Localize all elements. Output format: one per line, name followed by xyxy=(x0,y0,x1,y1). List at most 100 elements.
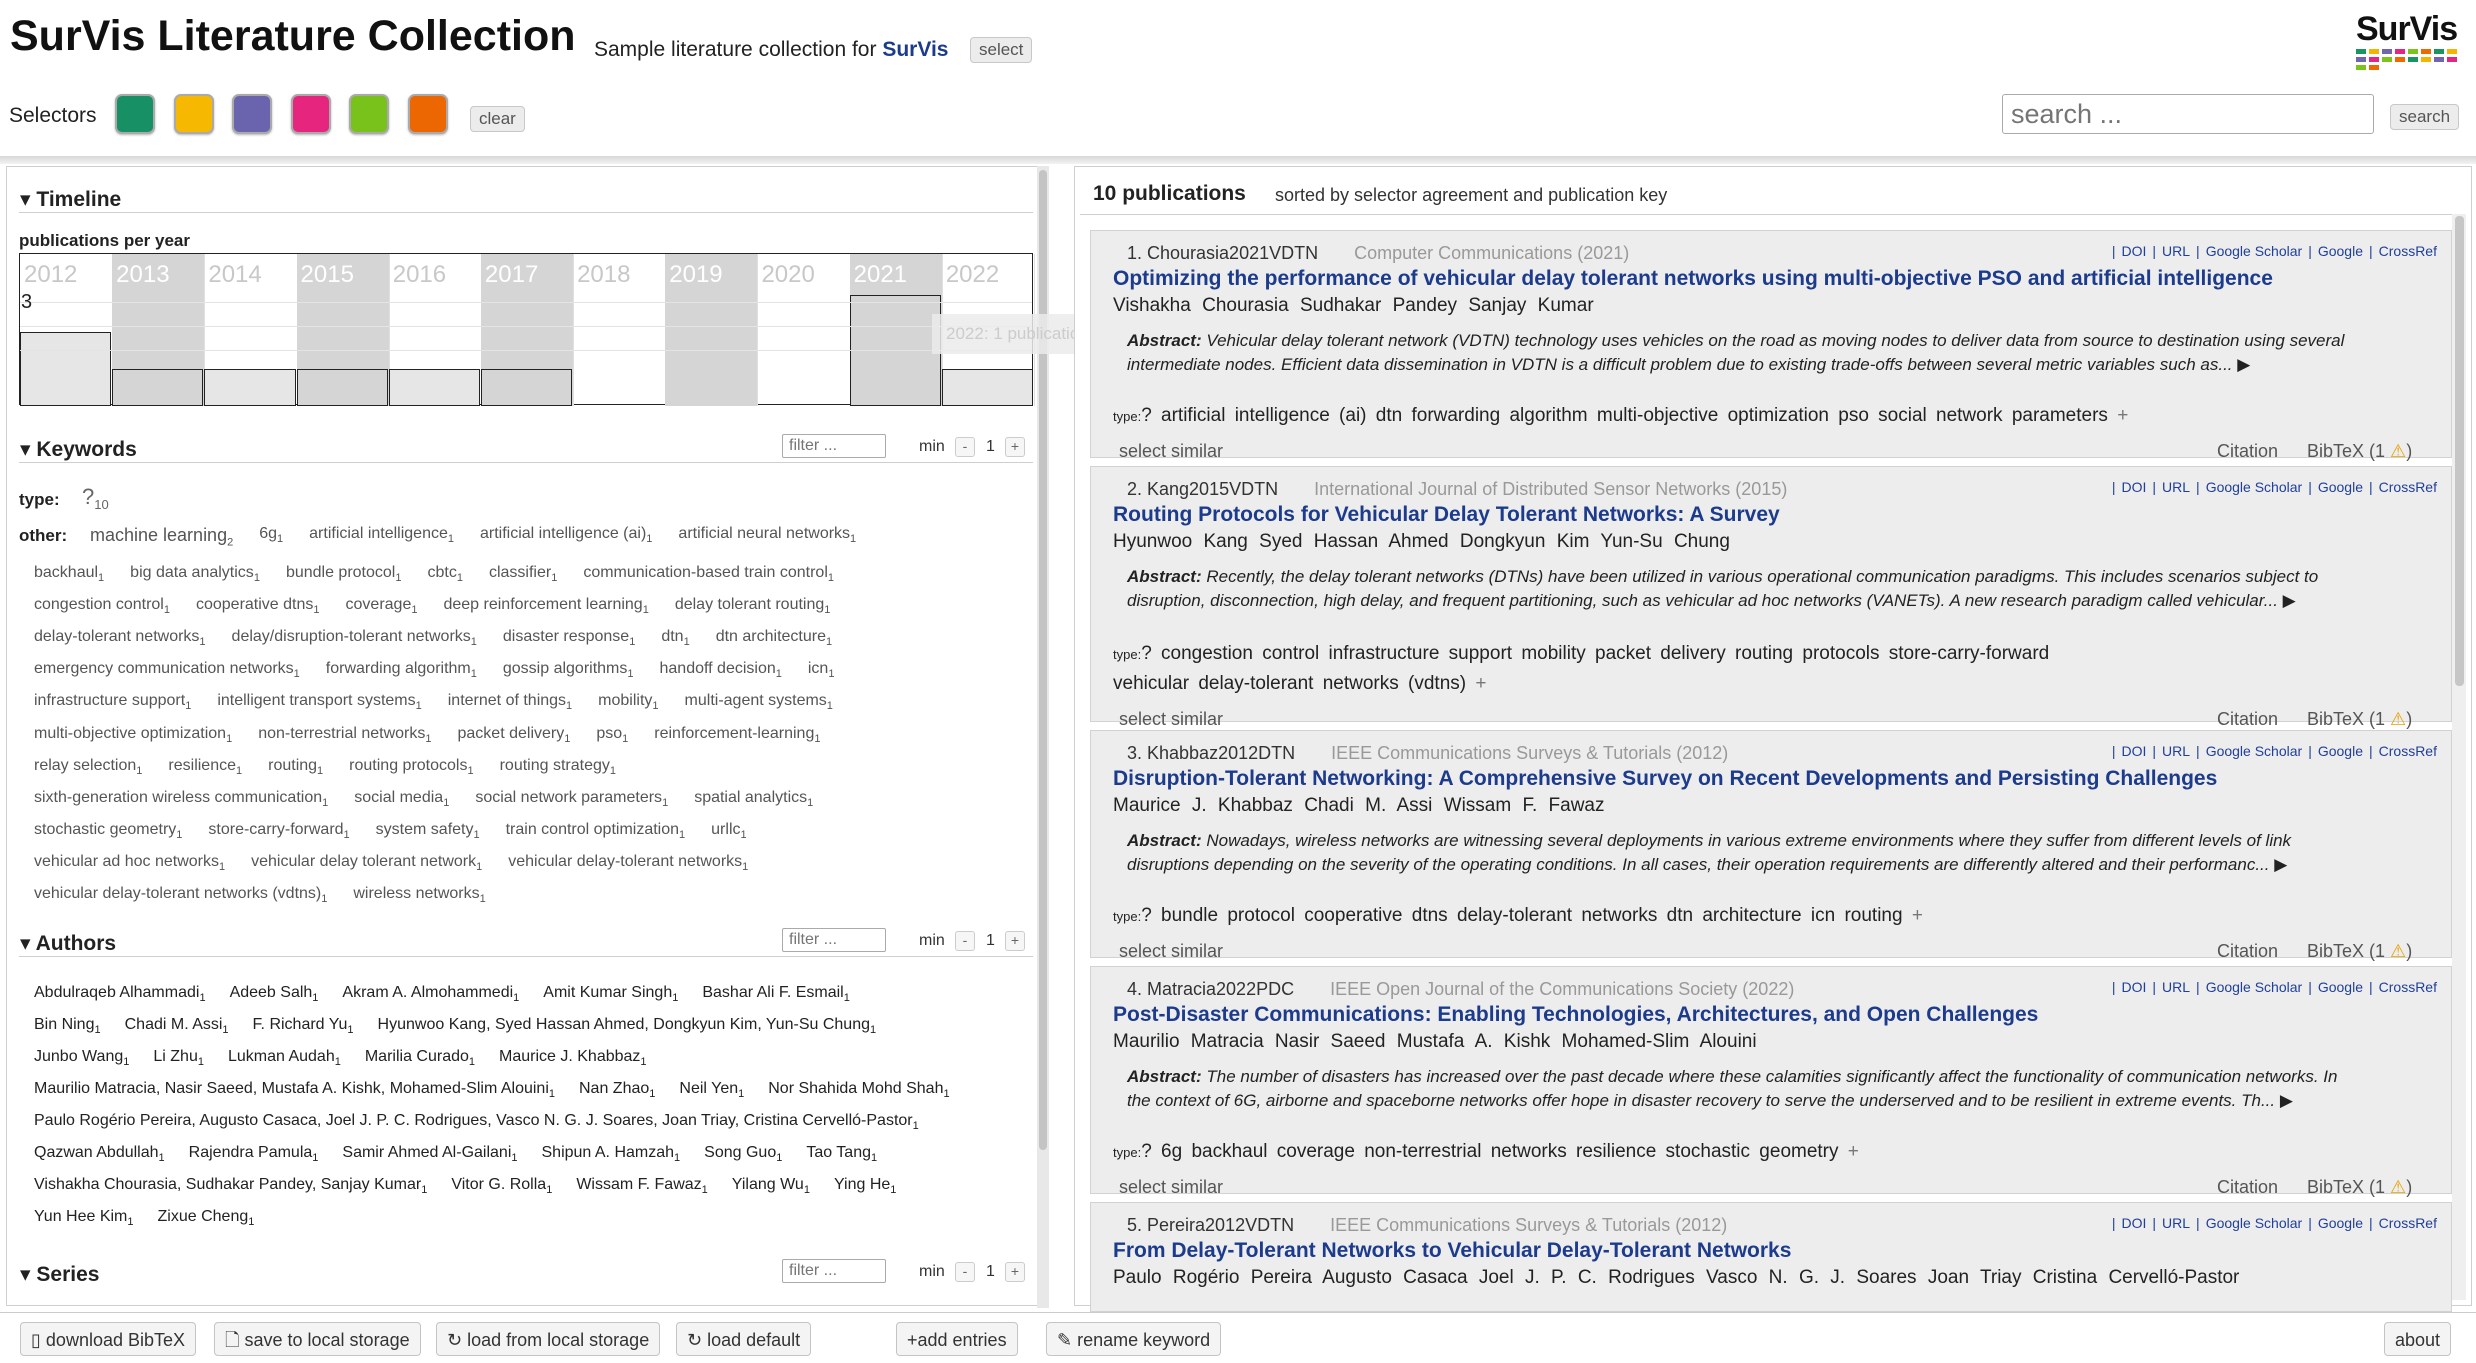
keyword-tag[interactable]: emergency communication networks1 xyxy=(34,660,300,680)
series-filter-input[interactable] xyxy=(782,1259,886,1283)
link-url[interactable]: URL xyxy=(2162,979,2190,995)
keyword-tag[interactable]: routing protocols1 xyxy=(349,757,473,777)
keyword-tag[interactable]: delay tolerant routing1 xyxy=(675,596,831,616)
author-tag[interactable]: Vishakha Chourasia, Sudhakar Pandey, San… xyxy=(34,1176,427,1196)
load-local-button[interactable]: ↻ load from local storage xyxy=(436,1322,661,1356)
subtitle-link[interactable]: SurVis xyxy=(882,38,948,61)
author-tag[interactable]: Hyunwoo Kang, Syed Hassan Ahmed, Dongkyu… xyxy=(378,1016,877,1036)
author-tag[interactable]: Marilia Curado1 xyxy=(365,1048,475,1068)
bibtex-button[interactable]: BibTeX (1 ⚠) xyxy=(2307,1177,2412,1198)
link-crossref[interactable]: CrossRef xyxy=(2379,1215,2437,1231)
keyword-tag[interactable]: reinforcement-learning1 xyxy=(654,725,820,745)
keyword-tag[interactable]: multi-agent systems1 xyxy=(685,692,833,712)
author-tag[interactable]: Wissam F. Fawaz1 xyxy=(576,1176,707,1196)
keyword-tag[interactable]: icn1 xyxy=(808,660,835,680)
select-similar-button[interactable]: select similar xyxy=(1119,1177,1223,1198)
citation-button[interactable]: Citation xyxy=(2217,441,2278,462)
author-tag[interactable]: Chadi M. Assi1 xyxy=(125,1016,229,1036)
author-tag[interactable]: Tao Tang1 xyxy=(806,1144,877,1164)
keyword-tag[interactable]: coverage1 xyxy=(346,596,418,616)
keyword-tag[interactable]: system safety1 xyxy=(376,821,480,841)
link-doi[interactable]: DOI xyxy=(2122,979,2147,995)
timeline-year-2015[interactable]: 2015 xyxy=(296,254,390,406)
link-crossref[interactable]: CrossRef xyxy=(2379,979,2437,995)
keyword-tag[interactable]: classifier1 xyxy=(489,564,557,584)
link-doi[interactable]: DOI xyxy=(2122,243,2147,259)
keyword-tag[interactable]: deep reinforcement learning1 xyxy=(443,596,648,616)
publication-abstract[interactable]: Abstract: Vehicular delay tolerant netwo… xyxy=(1127,329,2427,377)
publication-entry[interactable]: 1. Chourasia2021VDTN Computer Communicati… xyxy=(1090,230,2452,461)
keyword-tag[interactable]: non-terrestrial networks1 xyxy=(258,725,431,745)
add-keyword-icon[interactable]: + xyxy=(1912,905,1923,926)
author-tag[interactable]: Neil Yen1 xyxy=(679,1080,744,1100)
keyword-tag[interactable]: infrastructure support1 xyxy=(34,692,191,712)
add-entries-button[interactable]: +add entries xyxy=(896,1322,1018,1356)
keyword-tag[interactable]: artificial neural networks1 xyxy=(678,525,856,545)
publication-authors[interactable]: Maurilio Matracia Nasir Saeed Mustafa A.… xyxy=(1113,1031,1757,1053)
link-crossref[interactable]: CrossRef xyxy=(2379,243,2437,259)
author-tag[interactable]: Lukman Audah1 xyxy=(228,1048,341,1068)
author-tag[interactable]: Samir Ahmed Al-Gailani1 xyxy=(342,1144,517,1164)
timeline-year-2012[interactable]: 2012 xyxy=(20,254,114,406)
add-keyword-icon[interactable]: + xyxy=(2117,405,2128,426)
keyword-tag[interactable]: 6g1 xyxy=(259,525,283,545)
link-doi[interactable]: DOI xyxy=(2122,479,2147,495)
keyword-tag[interactable]: artificial intelligence (ai)1 xyxy=(480,525,652,545)
timeline-year-2013[interactable]: 2013 xyxy=(112,254,206,406)
keyword-tag[interactable]: train control optimization1 xyxy=(506,821,686,841)
link-google[interactable]: Google xyxy=(2318,743,2363,759)
keyword-tag[interactable]: vehicular delay-tolerant networks1 xyxy=(508,853,748,873)
author-tag[interactable]: Bin Ning1 xyxy=(34,1016,101,1036)
keyword-tag[interactable]: store-carry-forward1 xyxy=(208,821,349,841)
authors-min-increase[interactable]: + xyxy=(1005,931,1025,951)
about-button[interactable]: about xyxy=(2384,1322,2452,1356)
rename-keyword-button[interactable]: ✎ rename keyword xyxy=(1046,1322,1222,1356)
link-doi[interactable]: DOI xyxy=(2122,743,2147,759)
keyword-tag[interactable]: sixth-generation wireless communication1 xyxy=(34,789,328,809)
keyword-tag[interactable]: handoff decision1 xyxy=(660,660,782,680)
keyword-tag[interactable]: cooperative dtns1 xyxy=(196,596,320,616)
link-crossref[interactable]: CrossRef xyxy=(2379,743,2437,759)
author-tag[interactable]: Akram A. Almohammedi1 xyxy=(342,984,519,1004)
load-default-button[interactable]: ↻ load default xyxy=(676,1322,812,1356)
keyword-tag[interactable]: forwarding algorithm1 xyxy=(326,660,477,680)
author-tag[interactable]: Qazwan Abdullah1 xyxy=(34,1144,165,1164)
link-doi[interactable]: DOI xyxy=(2122,1215,2147,1231)
keyword-tag[interactable]: relay selection1 xyxy=(34,757,142,777)
link-google-scholar[interactable]: Google Scholar xyxy=(2206,979,2303,995)
author-tag[interactable]: Song Guo1 xyxy=(704,1144,782,1164)
author-tag[interactable]: Amit Kumar Singh1 xyxy=(543,984,678,1004)
publication-abstract[interactable]: Abstract: The number of disasters has in… xyxy=(1127,1065,2427,1113)
publication-title[interactable]: Post-Disaster Communications: Enabling T… xyxy=(1113,1003,2038,1027)
publication-keywords[interactable]: type:? 6g backhaul coverage non-terrestr… xyxy=(1113,1141,1859,1163)
authors-heading[interactable]: ▾ Authors xyxy=(20,931,116,956)
search-button[interactable]: search xyxy=(2390,104,2460,130)
author-tag[interactable]: Maurice J. Khabbaz1 xyxy=(499,1048,647,1068)
publication-title[interactable]: Optimizing the performance of vehicular … xyxy=(1113,267,2273,291)
citation-button[interactable]: Citation xyxy=(2217,941,2278,962)
clear-button[interactable]: clear xyxy=(470,106,525,132)
keyword-tag[interactable]: internet of things1 xyxy=(448,692,572,712)
keyword-tag[interactable]: multi-objective optimization1 xyxy=(34,725,232,745)
publication-entry[interactable]: 5. Pereira2012VDTN IEEE Communications Su… xyxy=(1090,1202,2452,1312)
author-tag[interactable]: Nor Shahida Mohd Shah1 xyxy=(768,1080,949,1100)
timeline-year-2021[interactable]: 2021 xyxy=(849,254,943,406)
timeline-bar[interactable] xyxy=(204,369,296,406)
keyword-tag[interactable]: machine learning2 xyxy=(90,525,233,549)
keyword-tag[interactable]: vehicular delay-tolerant networks (vdtns… xyxy=(34,885,327,905)
select-button[interactable]: select xyxy=(970,37,1033,63)
keyword-tag[interactable]: routing1 xyxy=(268,757,323,777)
keyword-tag[interactable]: urllc1 xyxy=(711,821,746,841)
selector-swatch-1[interactable] xyxy=(115,94,155,134)
publication-title[interactable]: Routing Protocols for Vehicular Delay To… xyxy=(1113,503,1780,527)
keyword-tag[interactable]: vehicular ad hoc networks1 xyxy=(34,853,225,873)
timeline-year-2014[interactable]: 2014 xyxy=(204,254,298,406)
publication-keywords[interactable]: type:? congestion control infrastructure… xyxy=(1113,643,2049,665)
publication-authors[interactable]: Maurice J. Khabbaz Chadi M. Assi Wissam … xyxy=(1113,795,1604,817)
citation-button[interactable]: Citation xyxy=(2217,709,2278,730)
keyword-tag[interactable]: big data analytics1 xyxy=(130,564,260,584)
series-min-increase[interactable]: + xyxy=(1005,1262,1025,1282)
bibtex-button[interactable]: BibTeX (1 ⚠) xyxy=(2307,441,2412,462)
keyword-tag[interactable]: communication-based train control1 xyxy=(583,564,834,584)
timeline-year-2017[interactable]: 2017 xyxy=(480,254,575,406)
